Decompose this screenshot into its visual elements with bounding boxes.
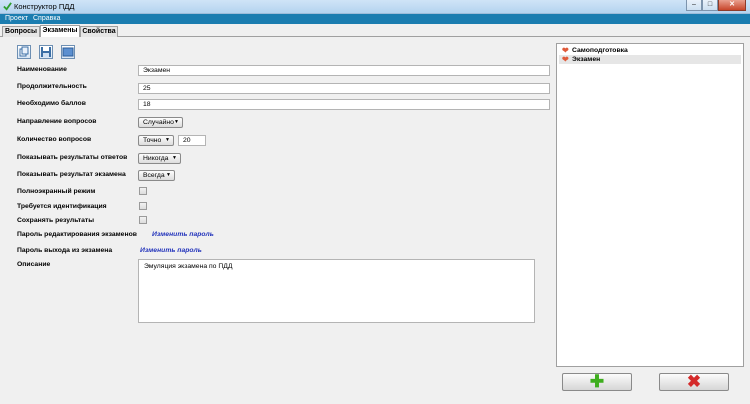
list-item-label: Экзамен: [572, 56, 601, 63]
minimize-button[interactable]: –: [686, 0, 702, 11]
copy-icon[interactable]: [17, 45, 31, 59]
count-input[interactable]: 20: [178, 135, 206, 146]
add-exam-button[interactable]: ✚: [562, 373, 632, 391]
name-label: Наименование: [17, 66, 67, 73]
answers-label: Показывать результаты ответов: [17, 154, 128, 161]
list-item[interactable]: ❤ Экзамен: [559, 55, 741, 64]
exam-result-value: Всегда: [143, 172, 165, 179]
chevron-down-icon: ▼: [174, 119, 179, 125]
score-label: Необходимо баллов: [17, 100, 86, 107]
menu-item-help[interactable]: Справка: [33, 15, 60, 22]
tab-strip: Вопросы Экзамены Свойства: [0, 24, 750, 38]
plus-icon: ✚: [589, 372, 605, 391]
chevron-down-icon: ▼: [165, 137, 170, 143]
exam-result-label: Показывать результат экзамена: [17, 171, 126, 178]
window-controls: – □ ✕: [686, 0, 746, 12]
duration-input[interactable]: 25: [138, 83, 550, 94]
exam-editor-panel: Наименование Экзамен Продолжительность 2…: [0, 37, 750, 404]
chevron-down-icon: ▼: [166, 172, 171, 178]
edit-password-label: Пароль редактирования экзаменов: [17, 231, 137, 238]
name-input[interactable]: Экзамен: [138, 65, 550, 76]
list-item-label: Самоподготовка: [572, 47, 628, 54]
score-input[interactable]: 18: [138, 99, 550, 110]
save-icon[interactable]: [39, 45, 53, 59]
fullscreen-checkbox[interactable]: [139, 187, 147, 195]
save-results-checkbox[interactable]: [139, 216, 147, 224]
ident-checkbox[interactable]: [139, 202, 147, 210]
chevron-down-icon: ▼: [172, 155, 177, 161]
description-textarea[interactable]: Эмуляция экзамена по ПДД: [138, 259, 535, 323]
menu-bar: Проект Справка: [0, 14, 750, 24]
title-bar: Конструктор ПДД – □ ✕: [0, 0, 750, 14]
list-item[interactable]: ❤ Самоподготовка: [559, 46, 741, 55]
edit-password-link[interactable]: Изменить пароль: [152, 231, 214, 238]
window-title: Конструктор ПДД: [14, 2, 75, 11]
window-icon[interactable]: [61, 45, 75, 59]
exam-list[interactable]: ❤ Самоподготовка ❤ Экзамен: [556, 43, 744, 367]
menu-item-project[interactable]: Проект: [5, 15, 28, 22]
direction-label: Направление вопросов: [17, 118, 97, 125]
tab-questions[interactable]: Вопросы: [2, 26, 40, 37]
app-check-icon: [3, 2, 12, 11]
close-button[interactable]: ✕: [718, 0, 746, 11]
fullscreen-label: Полноэкранный режим: [17, 188, 96, 195]
duration-label: Продолжительность: [17, 83, 87, 90]
count-mode-value: Точно: [143, 137, 162, 144]
exit-password-label: Пароль выхода из экзамена: [17, 247, 113, 254]
answers-select[interactable]: Никогда ▼: [138, 153, 181, 164]
count-mode-select[interactable]: Точно ▼: [138, 135, 174, 146]
save-results-label: Сохранять результаты: [17, 217, 95, 224]
heart-icon: ❤: [562, 55, 569, 64]
ident-label: Требуется идентификация: [17, 203, 107, 210]
count-label: Количество вопросов: [17, 136, 92, 143]
direction-select[interactable]: Случайно ▼: [138, 117, 183, 128]
answers-value: Никогда: [143, 155, 169, 162]
delete-x-icon: ✖: [686, 372, 702, 391]
exam-result-select[interactable]: Всегда ▼: [138, 170, 175, 181]
description-label: Описание: [17, 261, 51, 268]
delete-exam-button[interactable]: ✖: [659, 373, 729, 391]
heart-icon: ❤: [562, 46, 569, 55]
tab-properties[interactable]: Свойства: [80, 26, 118, 37]
exit-password-link[interactable]: Изменить пароль: [140, 247, 202, 254]
direction-value: Случайно: [143, 119, 174, 126]
maximize-button[interactable]: □: [702, 0, 718, 11]
